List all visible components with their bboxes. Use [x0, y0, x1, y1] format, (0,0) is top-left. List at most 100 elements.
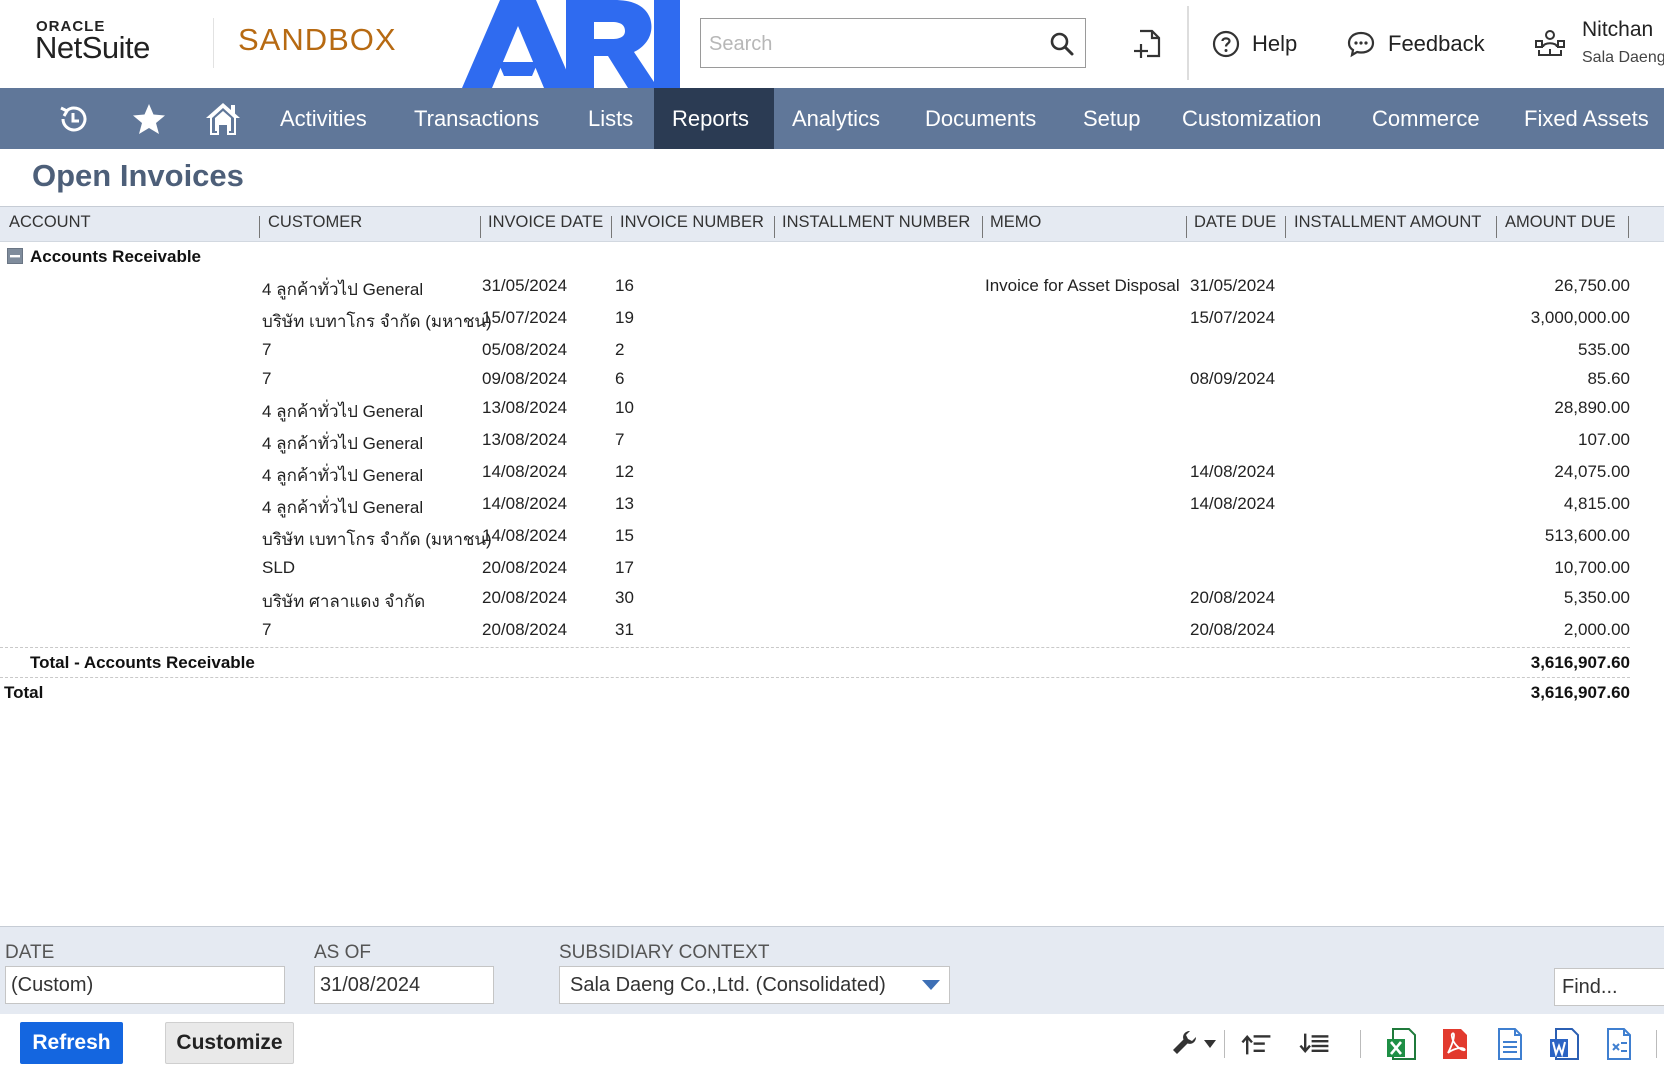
main-nav: Activities Transactions Lists Reports An… [0, 88, 1664, 149]
collapse-all-icon[interactable] [1240, 1027, 1272, 1061]
column-header-date-due[interactable]: DATE DUE [1194, 207, 1276, 241]
cell-invoice-number[interactable]: 12 [615, 462, 634, 482]
cell-customer: 4 ลูกค้าทั่วไป General [262, 434, 424, 453]
recent-records-icon[interactable] [1134, 27, 1164, 59]
column-resizer[interactable] [611, 216, 612, 238]
cell-invoice-date: 14/08/2024 [482, 462, 568, 481]
cell-amount-due: 10,700.00 [1554, 558, 1630, 577]
help-label: Help [1252, 31, 1298, 56]
column-resizer[interactable] [259, 216, 260, 238]
nav-home[interactable] [195, 88, 251, 149]
nav-fixed-assets[interactable]: Fixed Assets [1506, 88, 1664, 149]
nav-commerce[interactable]: Commerce [1354, 88, 1498, 149]
column-header-invoice-number[interactable]: INVOICE NUMBER [620, 207, 764, 241]
pdf-export-icon[interactable] [1439, 1027, 1471, 1061]
cell-invoice-date: 14/08/2024 [482, 526, 568, 545]
help-link[interactable]: Help [1212, 27, 1297, 61]
nav-activities[interactable]: Activities [262, 88, 385, 149]
cell-invoice-number[interactable]: 16 [615, 276, 634, 296]
excel-export-icon[interactable] [1385, 1027, 1417, 1061]
user-name[interactable]: Nitchan [1582, 18, 1653, 42]
expand-all-icon[interactable] [1298, 1027, 1330, 1061]
top-header: ORACLE NetSuite SANDBOX Help [0, 0, 1664, 88]
nav-documents[interactable]: Documents [907, 88, 1054, 149]
nav-analytics[interactable]: Analytics [774, 88, 898, 149]
column-resizer[interactable] [1285, 216, 1286, 238]
column-header-installment-number[interactable]: INSTALLMENT NUMBER [782, 207, 970, 241]
cell-invoice-number[interactable]: 19 [615, 308, 634, 328]
group-label: Accounts Receivable [30, 247, 202, 266]
global-search[interactable] [700, 18, 1086, 68]
nav-shortcuts[interactable] [121, 88, 177, 149]
column-header-installment-amount[interactable]: INSTALLMENT AMOUNT [1294, 207, 1481, 241]
feedback-link[interactable]: Feedback [1346, 27, 1485, 61]
nav-reports[interactable]: Reports [654, 88, 774, 149]
nav-transactions[interactable]: Transactions [396, 88, 557, 149]
feedback-icon [1347, 31, 1375, 58]
column-header-invoice-date[interactable]: INVOICE DATE [488, 207, 603, 241]
search-icon[interactable] [1049, 31, 1075, 57]
report-header-row: ACCOUNT CUSTOMER INVOICE DATE INVOICE NU… [0, 206, 1664, 242]
subsidiary-context-select[interactable]: Sala Daeng Co.,Ltd. (Consolidated) [559, 966, 950, 1004]
column-header-account[interactable]: ACCOUNT [9, 207, 91, 241]
column-resizer[interactable] [774, 216, 775, 238]
roles-icon[interactable] [1534, 27, 1566, 59]
netsuite-logo-text[interactable]: NetSuite [35, 30, 150, 66]
nav-lists[interactable]: Lists [570, 88, 651, 149]
customize-button[interactable]: Customize [165, 1022, 294, 1064]
column-resizer[interactable] [1186, 216, 1187, 238]
column-resizer[interactable] [1496, 216, 1497, 238]
search-input[interactable] [707, 29, 1041, 59]
collapse-group-icon[interactable] [7, 248, 23, 264]
cell-invoice-number[interactable]: 30 [615, 588, 634, 608]
grand-total-value: 3,616,907.60 [1530, 683, 1630, 702]
cell-invoice-number[interactable]: 17 [615, 558, 634, 578]
cell-amount-due: 535.00 [1578, 340, 1630, 359]
star-icon [133, 103, 165, 134]
cell-invoice-date: 14/08/2024 [482, 494, 568, 513]
nav-setup[interactable]: Setup [1065, 88, 1159, 149]
column-resizer[interactable] [480, 216, 481, 238]
column-resizer[interactable] [1628, 216, 1629, 238]
help-icon [1212, 30, 1240, 58]
chevron-down-icon[interactable] [921, 979, 941, 991]
cell-invoice-date: 15/07/2024 [482, 308, 568, 327]
cell-customer: บริษัท เบทาโกร จำกัด (มหาชน) [262, 530, 492, 549]
group-total-label: Total - Accounts Receivable [30, 653, 255, 672]
toolbar-divider [1360, 1030, 1361, 1058]
nav-customization[interactable]: Customization [1164, 88, 1339, 149]
date-filter-select[interactable]: (Custom) [5, 966, 285, 1004]
cell-invoice-number[interactable]: 2 [615, 340, 624, 360]
cell-customer: 7 [262, 340, 272, 359]
cell-invoice-number[interactable]: 6 [615, 369, 624, 389]
cell-invoice-date: 31/05/2024 [482, 276, 568, 295]
cell-amount-due: 85.60 [1587, 369, 1630, 388]
column-header-customer[interactable]: CUSTOMER [268, 207, 362, 241]
sandbox-label: SANDBOX [238, 22, 397, 57]
wrench-icon[interactable] [1170, 1027, 1202, 1061]
print-icon[interactable] [1603, 1027, 1635, 1061]
csv-export-icon[interactable] [1494, 1027, 1526, 1061]
chevron-down-icon[interactable] [1204, 1040, 1216, 1048]
cell-amount-due: 3,000,000.00 [1530, 308, 1630, 327]
cell-date-due: 31/05/2024 [1190, 276, 1276, 295]
word-export-icon[interactable] [1548, 1027, 1580, 1061]
cell-invoice-date: 13/08/2024 [482, 430, 568, 449]
cell-invoice-number[interactable]: 15 [615, 526, 634, 546]
cell-invoice-number[interactable]: 10 [615, 398, 634, 418]
cell-amount-due: 4,815.00 [1563, 494, 1630, 513]
find-box[interactable] [1554, 968, 1664, 1006]
cell-invoice-number[interactable]: 31 [615, 620, 634, 640]
find-input[interactable] [1560, 975, 1664, 1000]
column-header-memo[interactable]: MEMO [990, 207, 1041, 241]
cell-date-due: 14/08/2024 [1190, 462, 1276, 481]
feedback-label: Feedback [1388, 31, 1485, 56]
cell-amount-due: 2,000.00 [1563, 620, 1630, 639]
nav-recent[interactable] [46, 88, 102, 149]
cell-invoice-number[interactable]: 13 [615, 494, 634, 514]
column-header-amount-due[interactable]: AMOUNT DUE [1505, 207, 1616, 241]
as-of-input[interactable]: 31/08/2024 [314, 966, 494, 1004]
cell-invoice-number[interactable]: 7 [615, 430, 624, 450]
refresh-button[interactable]: Refresh [20, 1022, 123, 1064]
column-resizer[interactable] [982, 216, 983, 238]
